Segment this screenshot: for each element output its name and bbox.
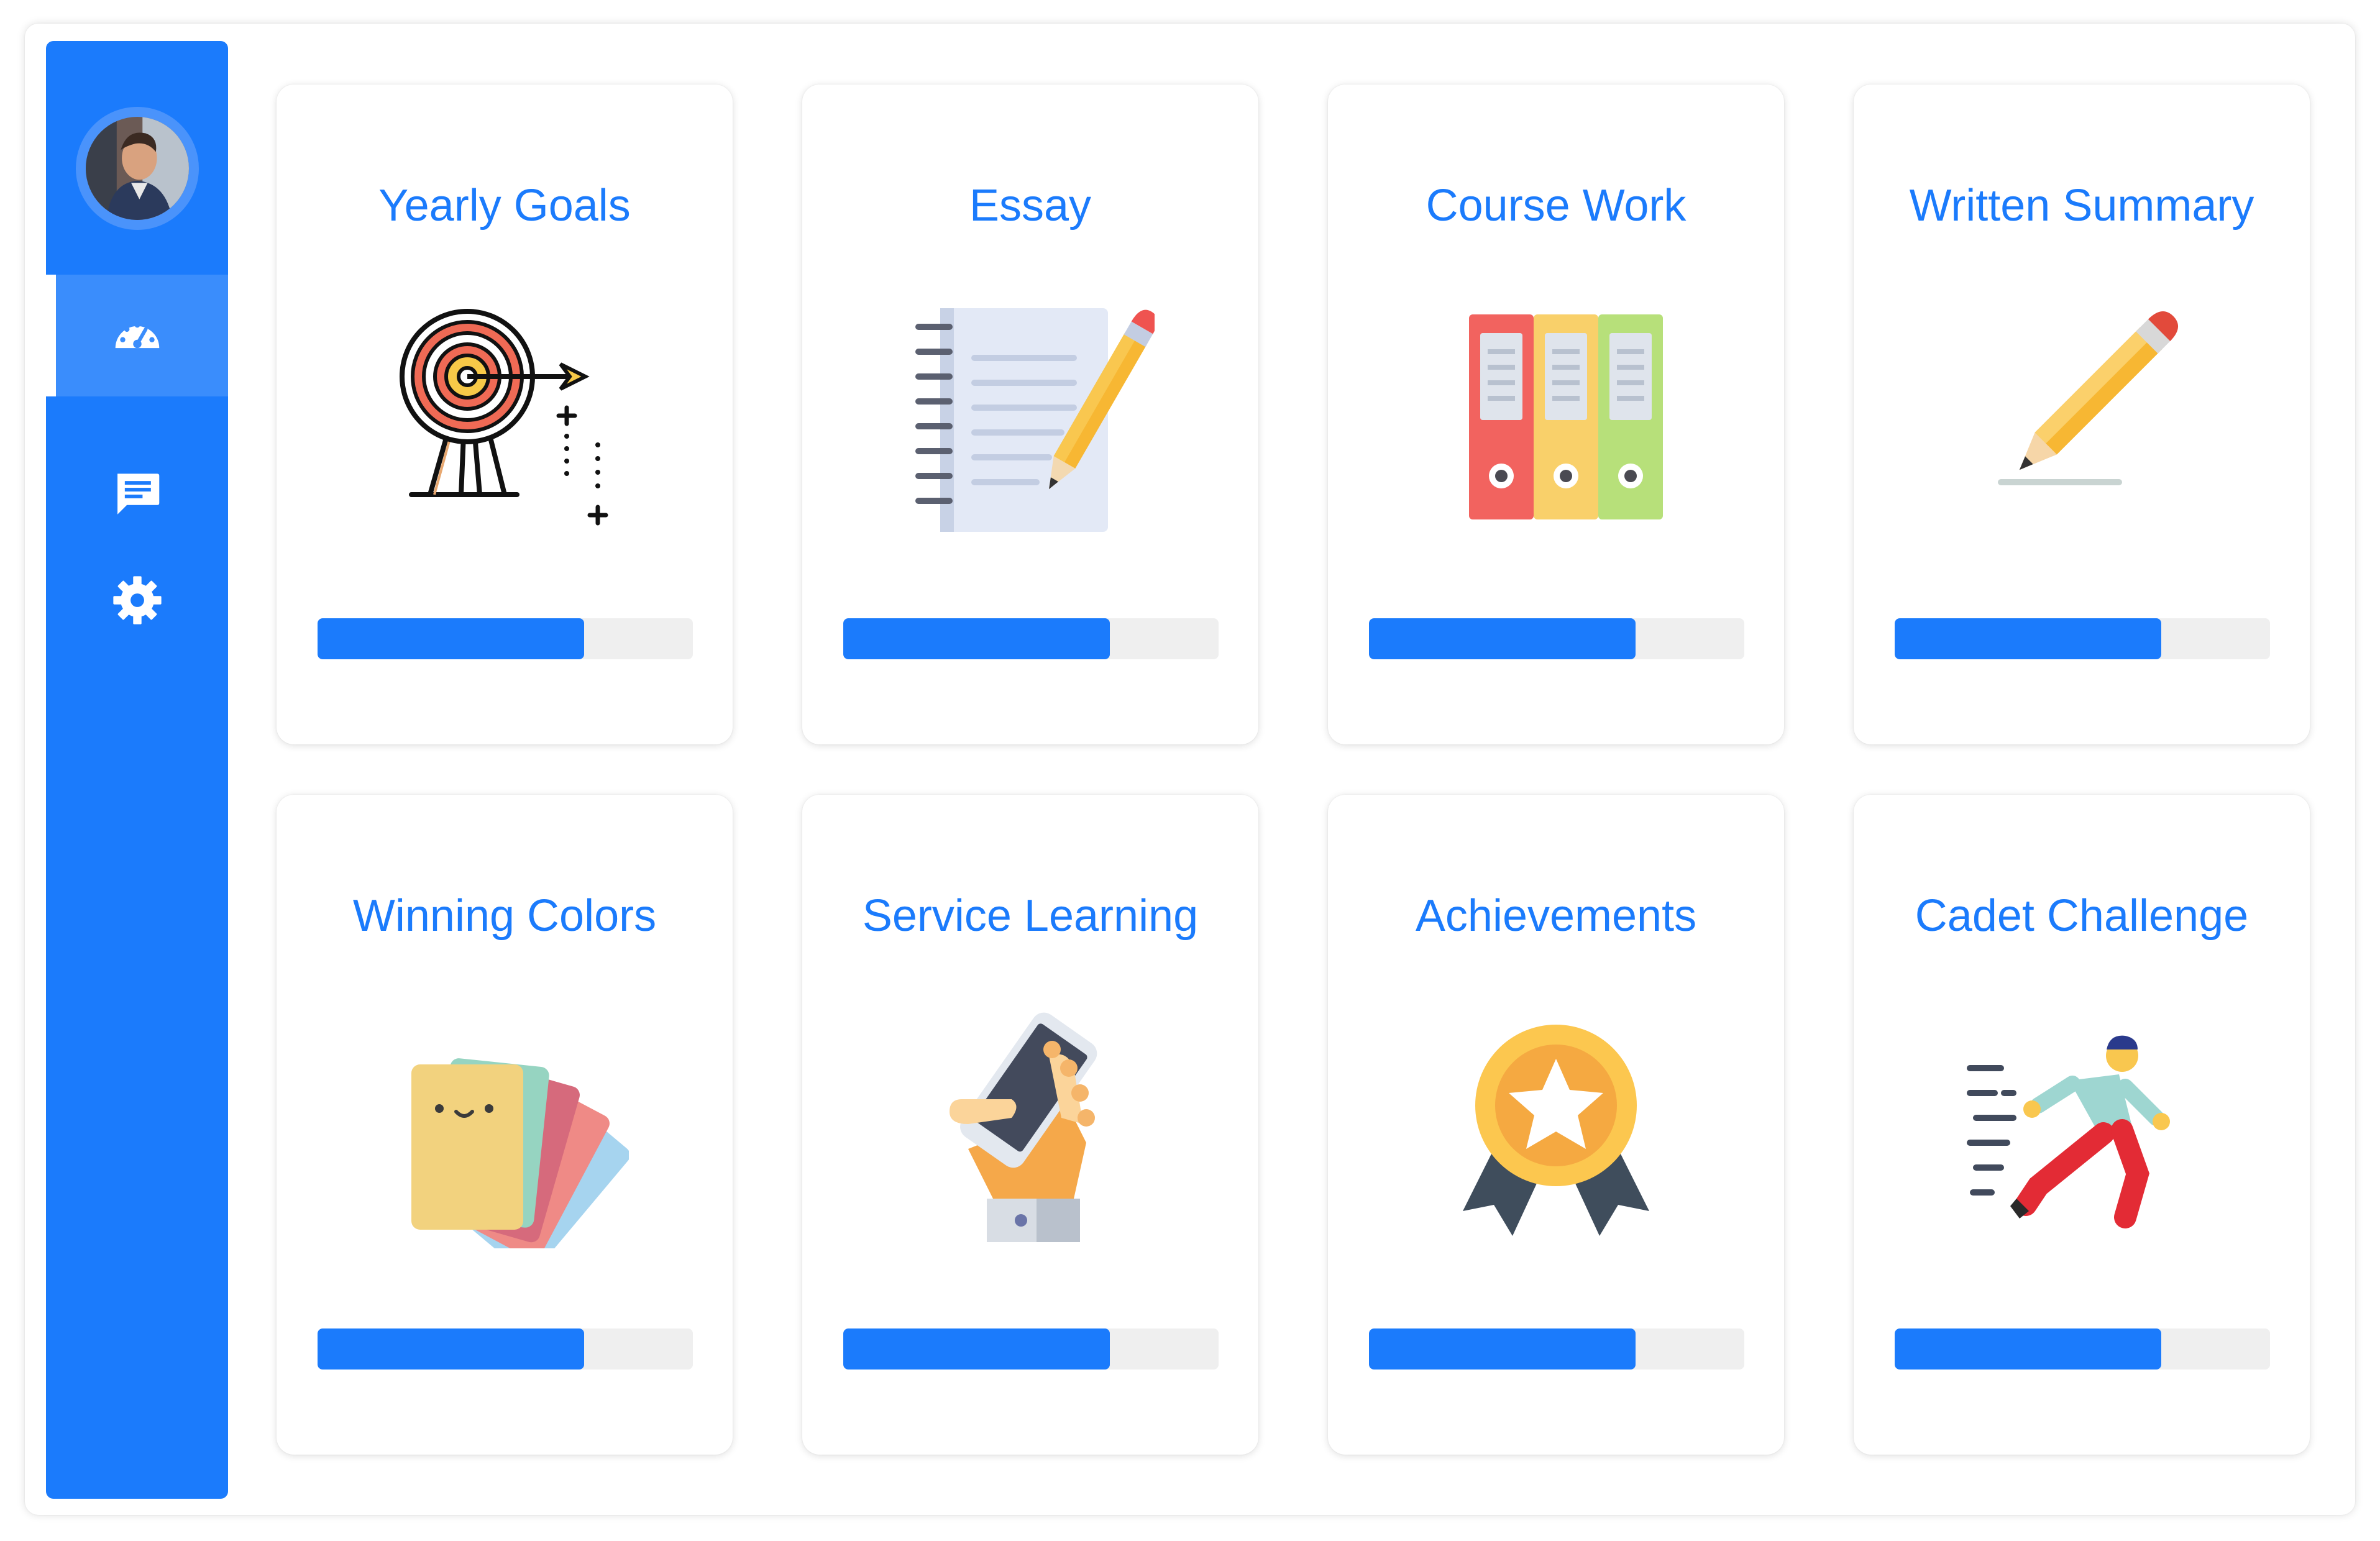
binders-icon [1432,290,1680,538]
chat-icon [117,473,159,514]
card-title: Winning Colors [352,891,657,941]
progress-bar [1369,1328,1744,1370]
card-yearly-goals[interactable]: Yearly Goals [277,85,733,744]
progress-bar [318,618,693,659]
card-course-work[interactable]: Course Work [1328,85,1784,744]
card-title: Achievements [1415,891,1697,941]
sidebar [46,41,228,1499]
progress-bar [1895,1328,2270,1370]
card-cadet-challenge[interactable]: Cadet Challenge [1854,795,2310,1455]
progress-bar [1369,618,1744,659]
progress-fill [1369,1328,1636,1370]
target-archery-icon [380,290,629,538]
avatar[interactable] [76,107,199,230]
gear-icon [112,576,162,624]
card-title: Yearly Goals [378,181,631,231]
card-written-summary[interactable]: Written Summary [1854,85,2310,744]
nav-messages[interactable] [46,451,228,538]
card-title: Written Summary [1909,181,2254,231]
progress-bar [1895,618,2270,659]
card-title: Service Learning [862,891,1199,941]
progress-fill [318,1328,584,1370]
progress-fill [318,618,584,659]
card-title: Essay [969,181,1092,231]
speedometer-icon [115,322,159,349]
card-achievements[interactable]: Achievements [1328,795,1784,1455]
award-medal-icon [1432,1000,1680,1248]
card-winning-colors[interactable]: Winning Colors [277,795,733,1455]
progress-fill [843,618,1110,659]
nav-settings[interactable] [46,557,228,644]
progress-bar [843,1328,1219,1370]
nav-dashboard[interactable] [46,275,228,396]
card-title: Course Work [1426,181,1687,231]
progress-bar [318,1328,693,1370]
user-photo-icon [86,117,189,220]
progress-fill [1369,618,1636,659]
progress-fill [1895,618,2161,659]
hand-phone-icon [906,1000,1155,1248]
card-service-learning[interactable]: Service Learning [802,795,1258,1455]
card-title: Cadet Challenge [1915,891,2249,941]
pencil-icon [1957,290,2206,538]
running-person-icon [1957,1000,2206,1248]
card-essay[interactable]: Essay [802,85,1258,744]
progress-fill [1895,1328,2161,1370]
progress-fill [843,1328,1110,1370]
notebook-pencil-icon [906,290,1158,538]
color-cards-icon [380,1000,630,1274]
progress-bar [843,618,1219,659]
